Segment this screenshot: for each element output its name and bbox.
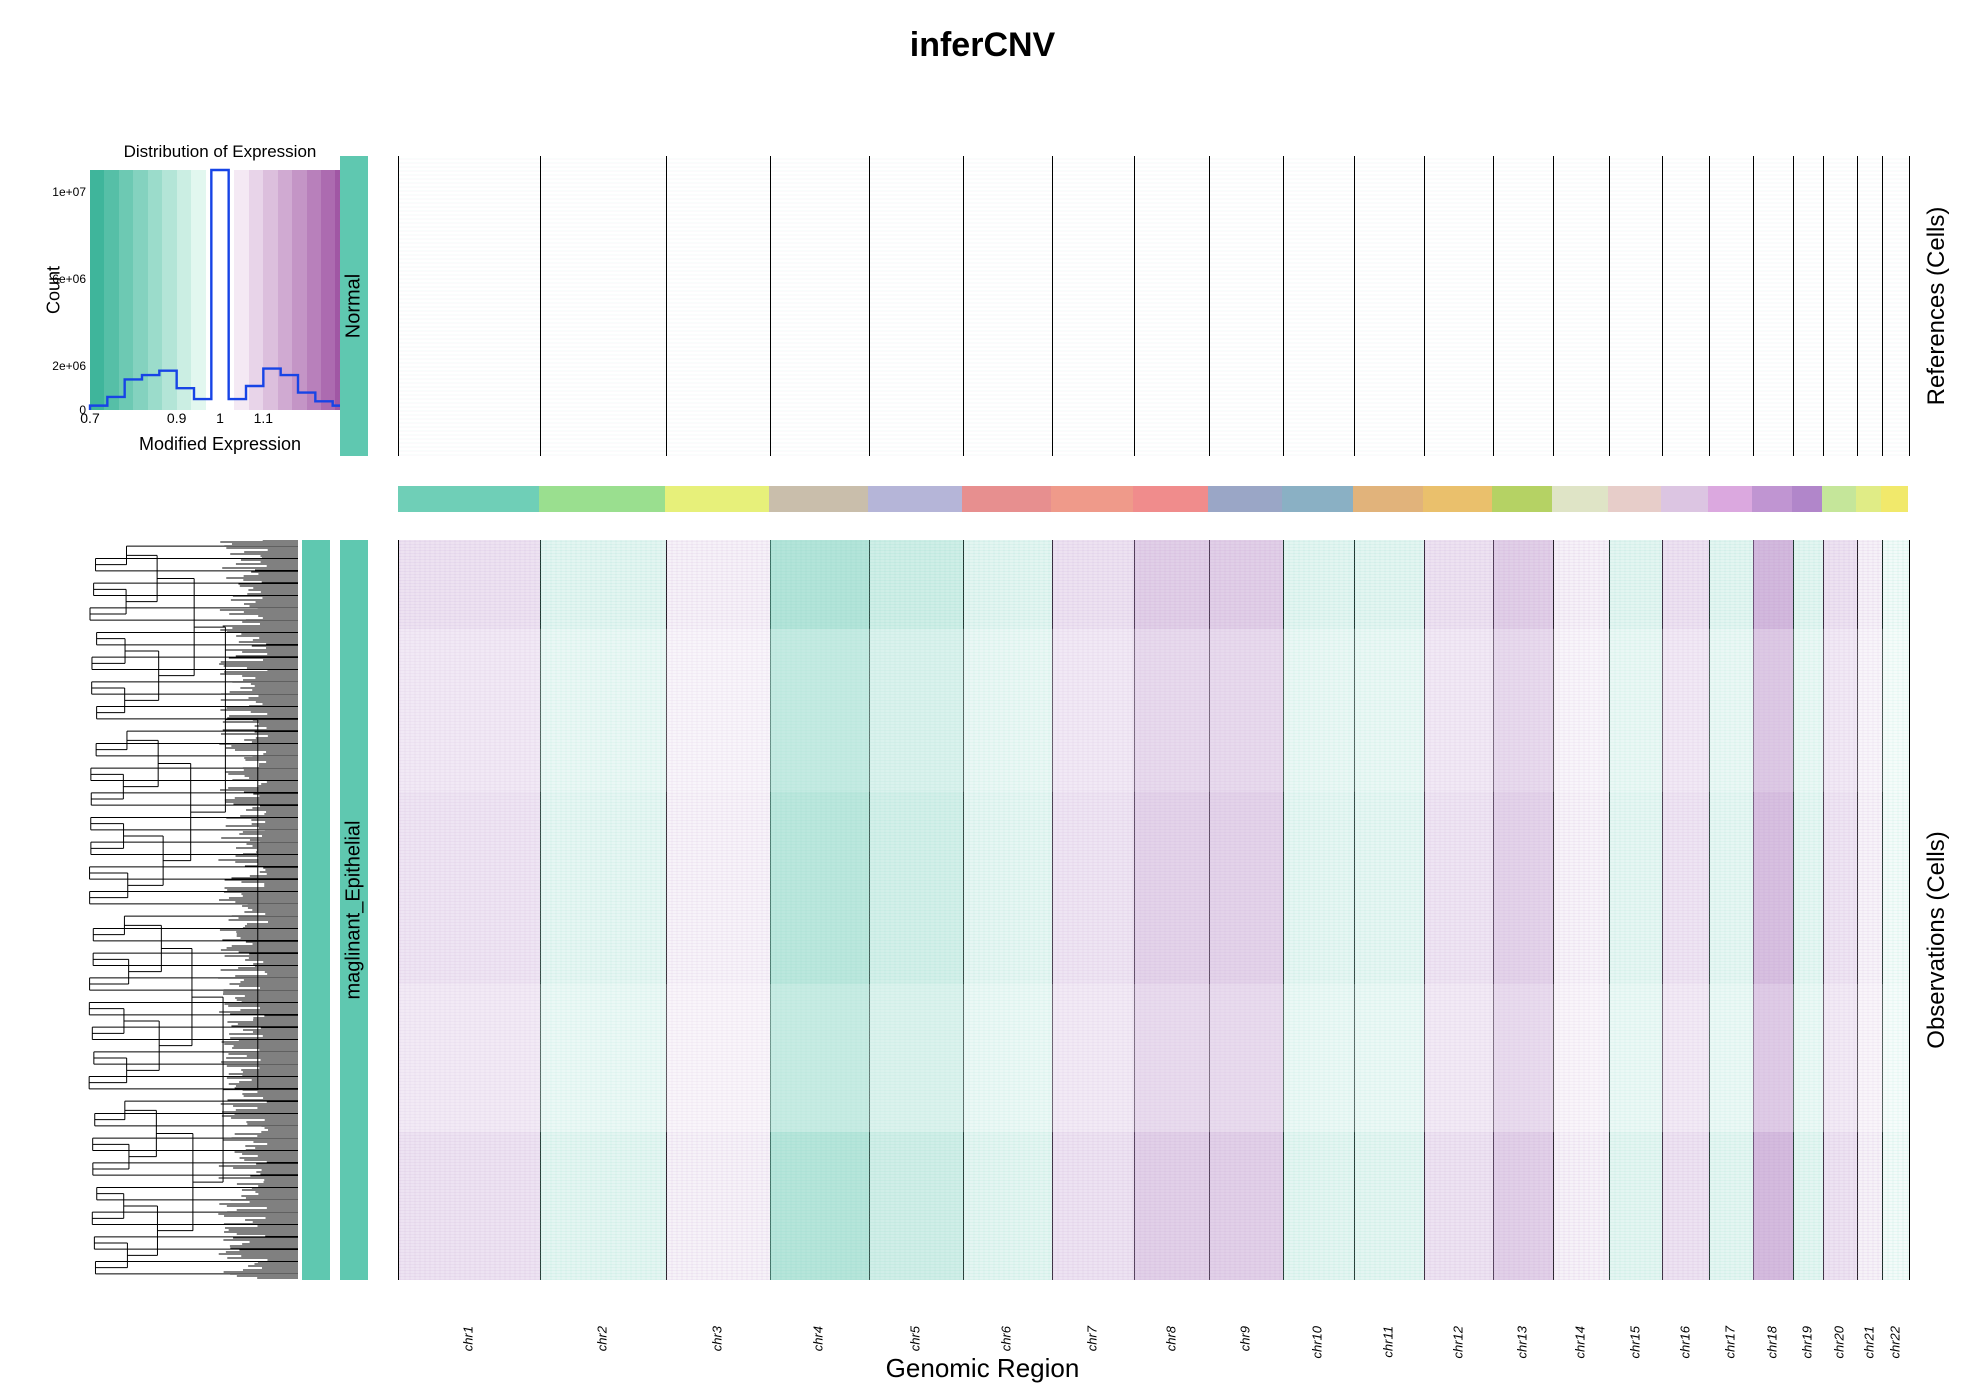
chrom-bar-seg-chr14 [1552,486,1607,512]
infercnv-figure: inferCNV Distribution of Expression Coun… [0,0,1965,1396]
reference-heatmap [399,156,1909,456]
chrom-bar-seg-chr22 [1881,486,1908,512]
chrom-tick-chr6: chr6 [999,1326,1014,1351]
right-label-observations: Observations (Cells) [1923,831,1951,1048]
chrom-tick-chr9: chr9 [1238,1326,1253,1351]
chrom-separator [1857,156,1858,456]
chrom-separator [1283,156,1284,456]
chrom-separator [963,156,964,456]
chrom-separator [1823,156,1824,456]
chrom-bar-seg-chr8 [1133,486,1209,512]
chrom-bar-seg-chr18 [1752,486,1792,512]
right-label-references: References (Cells) [1923,207,1951,406]
chrom-separator [1882,156,1883,456]
chrom-tick-chr7: chr7 [1084,1326,1099,1351]
chrom-separator [1793,156,1794,456]
chrom-bar-seg-chr2 [539,486,665,512]
legend-histogram [90,170,350,410]
expression-legend: Distribution of Expression Count Modifie… [90,170,350,410]
chrom-separator [1354,156,1355,456]
legend-y-tick: 2e+06 [52,359,86,373]
chrom-separator [1609,156,1610,456]
chrom-bar-seg-chr5 [868,486,962,512]
chromosome-colorbar [398,486,1908,512]
chrom-bar-seg-chr4 [769,486,868,512]
annot-strip-observation-outer [302,540,330,1280]
chrom-separator [1209,156,1210,456]
chrom-separator [1662,156,1663,456]
obs-row-band [399,984,1909,1132]
annot-label-observation: maglinant_Epithelial [343,820,366,999]
chrom-bar-seg-chr9 [1208,486,1282,512]
chrom-tick-chr3: chr3 [709,1326,724,1351]
chrom-tick-chr1: chr1 [461,1326,476,1351]
chrom-separator [666,156,667,456]
chromosome-tick-labels: chr1chr2chr3chr4chr5chr6chr7chr8chr9chr1… [398,1288,1908,1328]
x-axis-label: Genomic Region [0,1353,1965,1384]
legend-y-tick: 0 [79,403,86,417]
chrom-bar-seg-chr7 [1051,486,1133,512]
chrom-bar-seg-chr15 [1608,486,1662,512]
annot-strip-reference: Normal [340,156,368,456]
legend-title: Distribution of Expression [90,142,350,162]
legend-x-tick: 1 [216,410,224,426]
chrom-separator [1424,156,1425,456]
obs-row-band [399,629,1909,792]
chrom-separator [1553,156,1554,456]
observation-heatmap-panel [398,540,1910,1280]
chrom-separator [1134,156,1135,456]
annot-strip-observation-inner: maglinant_Epithelial [340,540,368,1280]
legend-x-ticks: 0.70.911.11.3 [90,410,350,432]
legend-y-tick: 6e+06 [52,272,86,286]
chrom-bar-seg-chr17 [1708,486,1752,512]
chrom-separator [869,156,870,456]
reference-heatmap-panel [398,156,1910,456]
chrom-bar-seg-chr1 [398,486,539,512]
legend-histogram-line [90,170,350,410]
chrom-bar-seg-chr6 [962,486,1051,512]
chrom-bar-seg-chr16 [1661,486,1708,512]
chrom-bar-seg-chr20 [1822,486,1856,512]
chrom-tick-chr4: chr4 [811,1326,826,1351]
chrom-bar-seg-chr19 [1792,486,1822,512]
chrom-separator [770,156,771,456]
chrom-separator [1493,156,1494,456]
annot-label-reference: Normal [343,274,366,338]
chrom-separator [1052,156,1053,456]
chrom-bar-seg-chr21 [1856,486,1881,512]
chrom-bar-seg-chr11 [1353,486,1423,512]
legend-xlabel: Modified Expression [90,434,350,455]
obs-row-band [399,1132,1909,1280]
legend-x-tick: 0.9 [167,410,186,426]
obs-row-band [399,792,1909,984]
chrom-tick-chr5: chr5 [907,1326,922,1351]
dendrogram [30,540,298,1280]
chrom-bar-seg-chr12 [1423,486,1492,512]
chrom-tick-chr8: chr8 [1163,1326,1178,1351]
figure-title: inferCNV [0,26,1965,65]
chrom-separator [1753,156,1754,456]
chrom-separator [540,156,541,456]
legend-x-tick: 1.1 [254,410,273,426]
chrom-bar-seg-chr13 [1492,486,1552,512]
obs-row-band [399,540,1909,629]
chrom-bar-seg-chr3 [665,486,769,512]
chrom-separator [1709,156,1710,456]
chrom-bar-seg-chr10 [1282,486,1352,512]
legend-y-tick: 1e+07 [52,185,86,199]
chrom-tick-chr2: chr2 [594,1326,609,1351]
